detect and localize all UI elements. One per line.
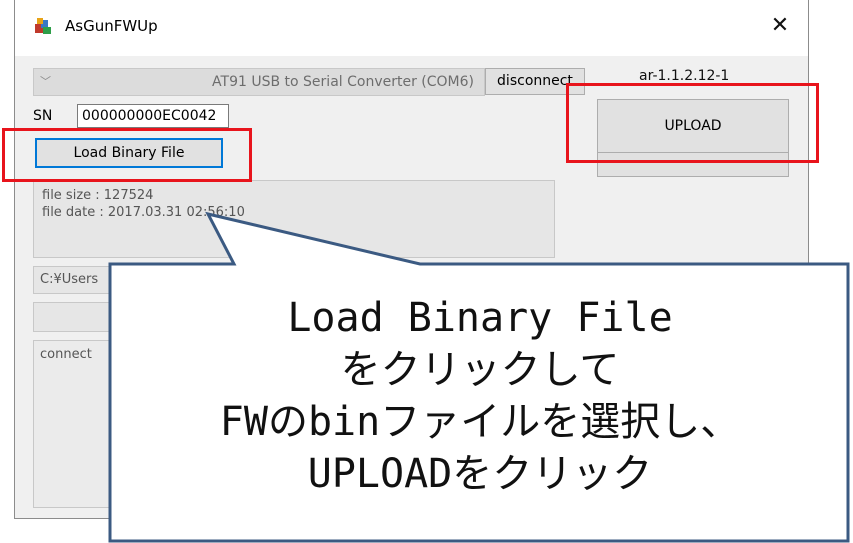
- callout-line: UPLOADをクリック: [307, 451, 653, 497]
- callout-line: FWのbinファイルを選択し、: [219, 399, 741, 445]
- callout-line: をクリックして: [340, 347, 620, 393]
- callout-line: Load Binary File: [287, 295, 673, 341]
- callout-text: Load Binary File をクリックして FWのbinファイルを選択し、…: [110, 292, 850, 500]
